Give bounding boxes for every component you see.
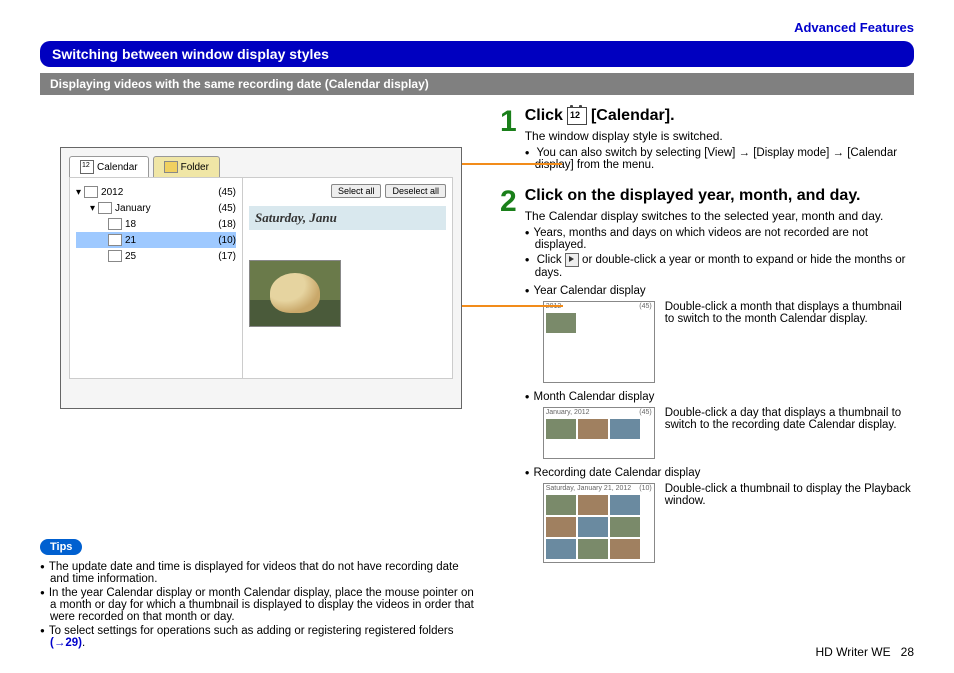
- calendar-icon: [567, 107, 587, 125]
- thumbnail-pane: Select all Deselect all Saturday, Janu: [243, 178, 452, 378]
- recording-calendar-preview: Saturday, January 21, 2012(10): [543, 483, 655, 563]
- tips-section: Tips The update date and time is display…: [40, 539, 480, 649]
- display-description: Double-click a month that displays a thu…: [665, 301, 914, 383]
- folder-icon: [164, 161, 178, 173]
- right-column: 1 Click [Calendar]. The window display s…: [500, 107, 914, 651]
- display-mode-label: Year Calendar display: [525, 285, 914, 297]
- deselect-all-button[interactable]: Deselect all: [385, 184, 446, 198]
- tip-item: The update date and time is displayed fo…: [40, 561, 480, 585]
- tree-day[interactable]: 18 (18): [76, 216, 236, 232]
- step-title: Click [Calendar].: [525, 107, 914, 125]
- tip-item: In the year Calendar display or month Ca…: [40, 587, 480, 623]
- left-column: Calendar Folder ▾ 2012 (45) ▾: [40, 107, 480, 651]
- recording-display-row: Saturday, January 21, 2012(10) Double-cl…: [543, 483, 914, 563]
- page: Advanced Features Switching between wind…: [0, 0, 954, 673]
- month-display-row: January, 2012(45) Double-click a day tha…: [543, 407, 914, 459]
- tab-calendar[interactable]: Calendar: [69, 156, 149, 177]
- page-title-bar: Switching between window display styles: [40, 41, 914, 67]
- expand-icon: [565, 253, 579, 267]
- calendar-tree: ▾ 2012 (45) ▾ January (45) 18 (18): [70, 178, 243, 378]
- month-icon: [98, 202, 112, 214]
- tree-day[interactable]: 25 (17): [76, 248, 236, 264]
- tab-folder[interactable]: Folder: [153, 156, 220, 177]
- day-icon: [108, 250, 122, 262]
- step-bullet: Years, months and days on which videos a…: [525, 227, 914, 251]
- tree-month[interactable]: ▾ January (45): [76, 200, 236, 216]
- step-title: Click on the displayed year, month, and …: [525, 187, 914, 205]
- year-display-row: 2012(45) Double-click a month that displ…: [543, 301, 914, 383]
- step-body: The window display style is switched.: [525, 129, 914, 143]
- tree-day-selected[interactable]: 21 (10): [76, 232, 236, 248]
- date-heading: Saturday, Janu: [249, 206, 446, 230]
- year-icon: [84, 186, 98, 198]
- step-number: 2: [500, 187, 517, 571]
- tips-badge: Tips: [40, 539, 82, 555]
- video-thumbnail[interactable]: [249, 260, 341, 327]
- step-body: The Calendar display switches to the sel…: [525, 209, 914, 223]
- section-link[interactable]: Advanced Features: [40, 20, 914, 35]
- display-description: Double-click a thumbnail to display the …: [665, 483, 914, 563]
- year-calendar-preview: 2012(45): [543, 301, 655, 383]
- page-ref-link[interactable]: (→29): [50, 637, 82, 649]
- step-bullet: You can also switch by selecting [View] …: [525, 147, 914, 171]
- tip-item: To select settings for operations such a…: [40, 625, 480, 649]
- app-screenshot: Calendar Folder ▾ 2012 (45) ▾: [60, 147, 462, 409]
- step-bullet: Click or double-click a year or month to…: [525, 253, 914, 279]
- display-mode-label: Recording date Calendar display: [525, 467, 914, 479]
- display-description: Double-click a day that displays a thumb…: [665, 407, 914, 459]
- step-1: 1 Click [Calendar]. The window display s…: [500, 107, 914, 173]
- tab-label: Calendar: [97, 162, 138, 173]
- page-footer: HD Writer WE 28: [816, 645, 914, 659]
- calendar-icon: [80, 160, 94, 174]
- select-all-button[interactable]: Select all: [331, 184, 382, 198]
- step-2: 2 Click on the displayed year, month, an…: [500, 187, 914, 571]
- tab-label: Folder: [181, 162, 209, 173]
- day-icon: [108, 234, 122, 246]
- subsection-bar: Displaying videos with the same recordin…: [40, 73, 914, 95]
- display-mode-label: Month Calendar display: [525, 391, 914, 403]
- day-icon: [108, 218, 122, 230]
- month-calendar-preview: January, 2012(45): [543, 407, 655, 459]
- tree-year[interactable]: ▾ 2012 (45): [76, 184, 236, 200]
